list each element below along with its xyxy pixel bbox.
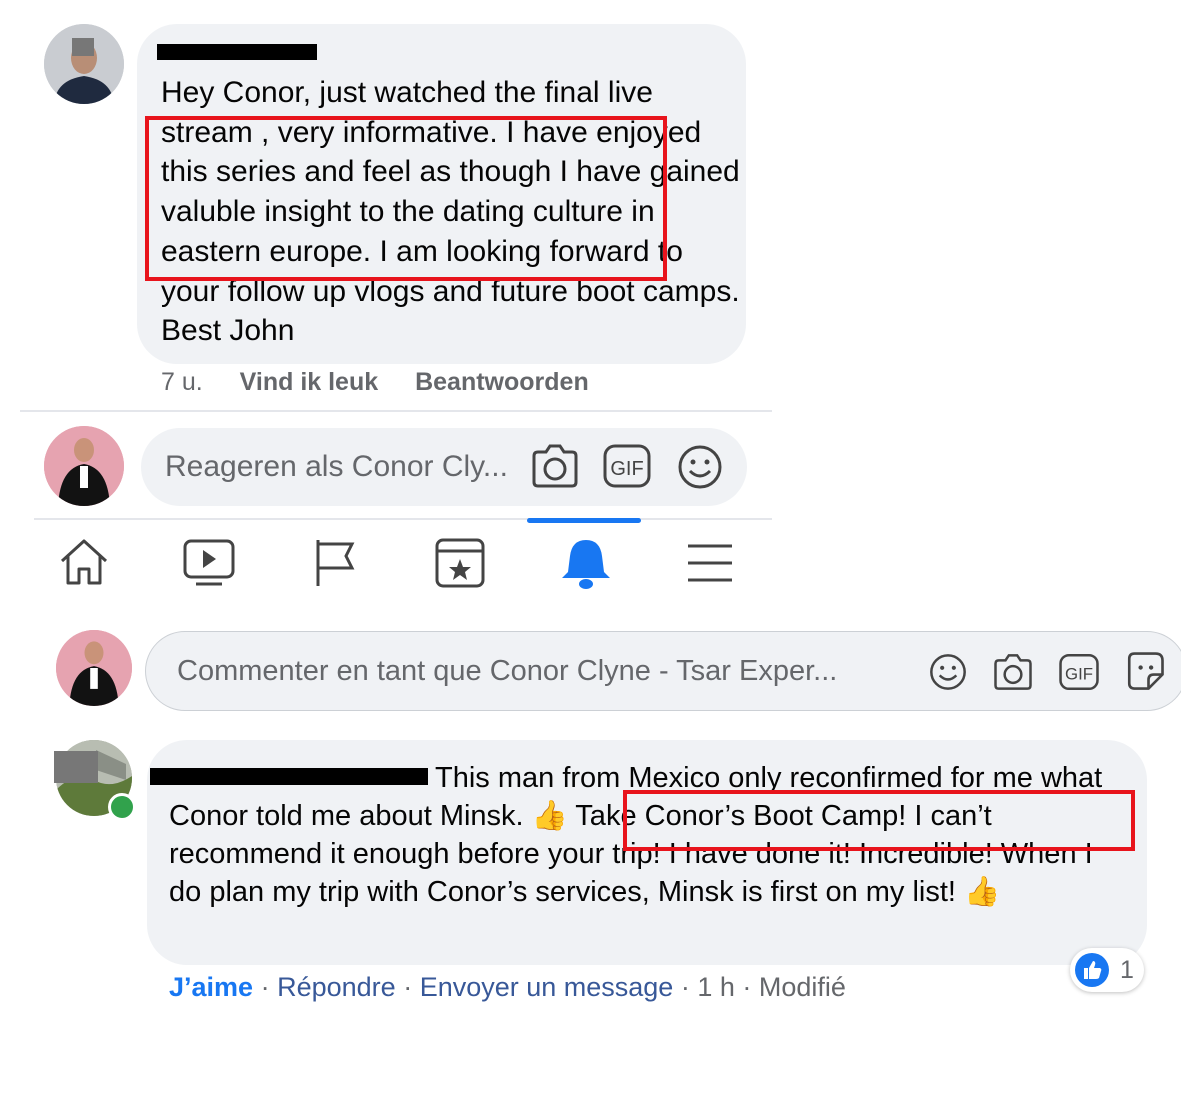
active-tab-indicator [527, 518, 641, 523]
comment-actions: J’aime · Répondre · Envoyer un message ·… [169, 972, 846, 1002]
redacted-commenter-name [157, 44, 317, 60]
svg-text:GIF: GIF [610, 458, 643, 480]
nav-divider [34, 518, 772, 520]
comment-input-placeholder: Commenter en tant que Conor Clyne - Tsar… [177, 655, 838, 687]
edited-label: Modifié [758, 972, 846, 1002]
thumbs-up-icon [1074, 952, 1110, 993]
smiley-icon[interactable] [676, 443, 724, 491]
online-status-dot [108, 793, 136, 821]
comment-actions: 7 u. Vind ik leuk Beantwoorden [161, 368, 619, 397]
flag-icon[interactable] [312, 536, 360, 595]
gif-icon[interactable]: GIF [1058, 652, 1100, 697]
person-photo [56, 630, 132, 706]
like-link[interactable]: Vind ik leuk [240, 368, 378, 396]
current-user-avatar[interactable] [56, 630, 132, 706]
marketplace-icon[interactable] [434, 537, 486, 594]
reply-link[interactable]: Répondre [277, 972, 396, 1002]
commenter-avatar[interactable] [44, 24, 124, 104]
camera-icon[interactable] [530, 442, 580, 490]
current-user-avatar[interactable] [44, 426, 124, 506]
reply-input-placeholder: Reageren als Conor Cly... [165, 450, 508, 483]
smiley-icon[interactable] [928, 652, 968, 697]
camera-icon[interactable] [992, 652, 1034, 697]
person-photo [44, 24, 124, 104]
comment-time[interactable]: 1 h [697, 972, 735, 1002]
watch-icon[interactable] [182, 538, 236, 593]
highlight-box [623, 790, 1135, 851]
gif-icon[interactable]: GIF [602, 443, 652, 489]
home-icon[interactable] [58, 537, 110, 592]
send-message-link[interactable]: Envoyer un message [420, 972, 674, 1002]
menu-icon[interactable] [686, 542, 734, 589]
redacted-avatar [54, 751, 98, 783]
like-link[interactable]: J’aime [169, 972, 253, 1002]
highlight-box [145, 116, 667, 281]
reaction-count: 1 [1120, 956, 1134, 984]
svg-text:GIF: GIF [1065, 665, 1093, 684]
reply-link[interactable]: Beantwoorden [415, 368, 589, 396]
comment-time[interactable]: 7 u. [161, 368, 203, 396]
person-photo [44, 426, 124, 506]
divider [20, 410, 772, 412]
bell-icon[interactable] [560, 536, 612, 595]
sticker-icon[interactable] [1124, 650, 1166, 697]
